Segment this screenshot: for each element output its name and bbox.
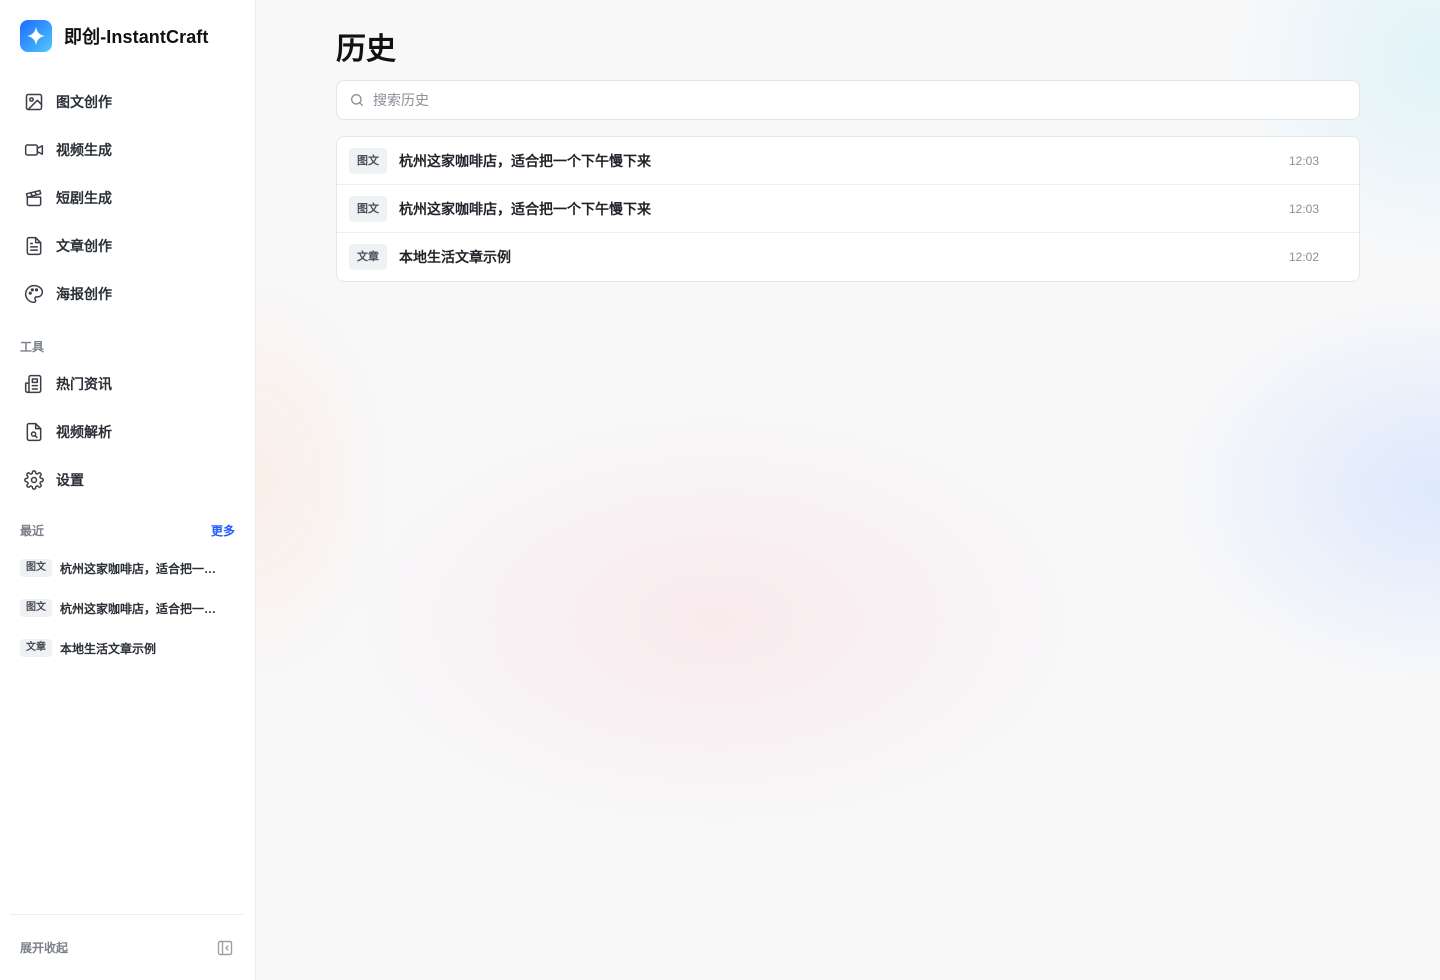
history-row[interactable]: 文章 本地生活文章示例 12:02 xyxy=(337,233,1359,281)
nav-item-label: 设置 xyxy=(56,472,84,488)
image-icon xyxy=(24,92,44,112)
file-search-icon xyxy=(24,422,44,442)
recent-item-title: 杭州这家咖啡店，适合把一个下午慢下来 xyxy=(60,561,228,576)
newspaper-icon xyxy=(24,374,44,394)
recent-item-title: 本地生活文章示例 xyxy=(60,641,157,656)
sidebar-footer: 展开收起 xyxy=(10,914,243,980)
history-row-title: 杭州这家咖啡店，适合把一个下午慢下来 xyxy=(399,152,651,169)
nav-item-image-text[interactable]: 图文创作 xyxy=(12,78,243,126)
tools-nav: 热门资讯 视频解析 设置 xyxy=(0,358,255,504)
history-row-tag: 图文 xyxy=(349,195,387,222)
recent-item-tag: 文章 xyxy=(20,639,52,657)
recent-item[interactable]: 文章 本地生活文章示例 xyxy=(20,628,235,668)
sparkle-logo-icon xyxy=(20,20,52,52)
nav-item-label: 视频解析 xyxy=(56,424,112,440)
history-list: 图文 杭州这家咖啡店，适合把一个下午慢下来 12:03 图文 杭州这家咖啡店，适… xyxy=(336,136,1360,282)
main-content: 历史 图文 杭州这家咖啡店，适合把一个下午慢下来 12:03 图文 杭州这家咖啡… xyxy=(256,0,1440,980)
document-icon xyxy=(24,236,44,256)
sidebar: 即创-InstantCraft 图文创作 视频生成 短剧生成 文章创作 海报创作… xyxy=(0,0,256,980)
nav-item-label: 视频生成 xyxy=(56,142,112,158)
clapperboard-icon xyxy=(24,188,44,208)
history-row-time: 12:02 xyxy=(1288,250,1319,264)
app-root: 即创-InstantCraft 图文创作 视频生成 短剧生成 文章创作 海报创作… xyxy=(0,0,1440,980)
primary-nav: 图文创作 视频生成 短剧生成 文章创作 海报创作 xyxy=(0,72,255,318)
nav-item-video-analysis[interactable]: 视频解析 xyxy=(12,408,243,456)
history-row-title: 杭州这家咖啡店，适合把一个下午慢下来 xyxy=(399,200,651,217)
history-row-tag: 文章 xyxy=(349,244,387,270)
nav-item-poster[interactable]: 海报创作 xyxy=(12,270,243,318)
recent-more-link[interactable]: 更多 xyxy=(211,522,235,539)
recent-title: 最近 xyxy=(20,523,45,538)
sidebar-collapse-icon[interactable] xyxy=(217,940,233,956)
search-box xyxy=(336,80,1360,120)
nav-item-article[interactable]: 文章创作 xyxy=(12,222,243,270)
recent-header: 最近 更多 xyxy=(0,518,255,542)
nav-item-short-drama[interactable]: 短剧生成 xyxy=(12,174,243,222)
history-row-tag: 图文 xyxy=(349,147,387,174)
nav-item-label: 文章创作 xyxy=(56,238,112,254)
recent-list: 图文 杭州这家咖啡店，适合把一个下午慢下来 图文 杭州这家咖啡店，适合把一个下午… xyxy=(0,548,255,668)
nav-item-label: 海报创作 xyxy=(56,286,112,302)
recent-item[interactable]: 图文 杭州这家咖啡店，适合把一个下午慢下来 xyxy=(20,548,235,588)
recent-item-title: 杭州这家咖啡店，适合把一个下午慢下来 xyxy=(60,601,228,616)
brand[interactable]: 即创-InstantCraft xyxy=(0,0,255,72)
history-row-time: 12:03 xyxy=(1288,153,1319,168)
nav-item-label: 热门资讯 xyxy=(56,376,112,392)
nav-item-label: 短剧生成 xyxy=(56,190,112,206)
video-camera-icon xyxy=(24,140,44,160)
nav-item-label: 图文创作 xyxy=(56,94,112,110)
search-input[interactable] xyxy=(373,82,1359,118)
history-row[interactable]: 图文 杭州这家咖啡店，适合把一个下午慢下来 12:03 xyxy=(337,137,1359,185)
tools-section-title: 工具 xyxy=(20,339,45,354)
recent-item-tag: 图文 xyxy=(20,559,52,577)
nav-item-video[interactable]: 视频生成 xyxy=(12,126,243,174)
search-icon xyxy=(349,92,365,108)
history-row[interactable]: 图文 杭州这家咖啡店，适合把一个下午慢下来 12:03 xyxy=(337,185,1359,233)
gear-icon xyxy=(24,470,44,490)
recent-item[interactable]: 图文 杭州这家咖啡店，适合把一个下午慢下来 xyxy=(20,588,235,628)
history-row-title: 本地生活文章示例 xyxy=(399,249,511,265)
nav-item-settings[interactable]: 设置 xyxy=(12,456,243,504)
palette-icon xyxy=(24,284,44,304)
nav-item-hot-news[interactable]: 热门资讯 xyxy=(12,360,243,408)
history-row-time: 12:03 xyxy=(1288,201,1319,216)
recent-item-tag: 图文 xyxy=(20,599,52,617)
collapse-label: 展开收起 xyxy=(20,941,69,955)
brand-title: 即创-InstantCraft xyxy=(64,27,209,47)
page-title: 历史 xyxy=(336,33,396,66)
